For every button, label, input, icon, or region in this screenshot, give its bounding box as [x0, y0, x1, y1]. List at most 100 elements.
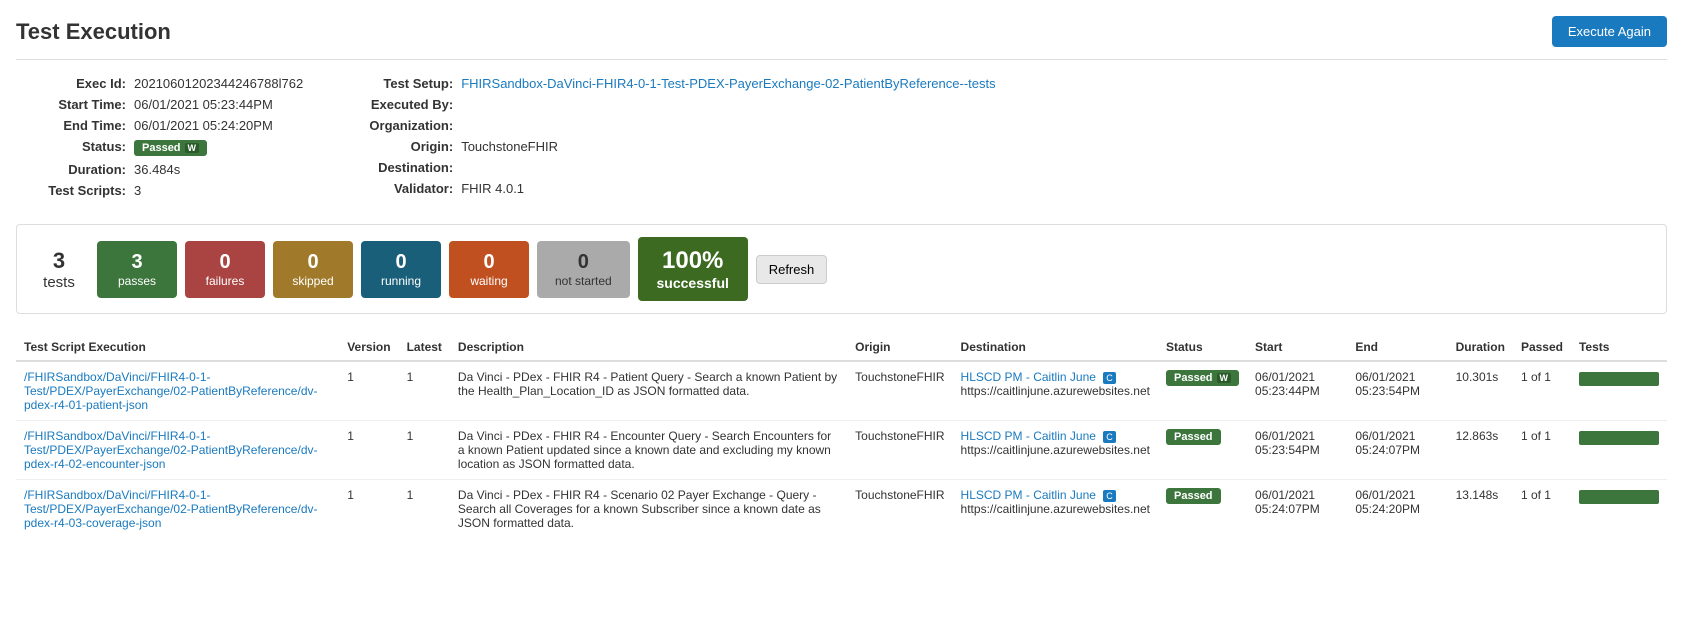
skipped-label: skipped	[292, 274, 333, 288]
script-link[interactable]: /FHIRSandbox/DaVinci/FHIR4-0-1-Test/PDEX…	[24, 370, 317, 412]
destination-row: Destination:	[343, 160, 1667, 175]
status-badge: Passed	[1166, 488, 1221, 504]
status-row: Status: Passed W	[16, 139, 303, 156]
waiting-label: waiting	[470, 274, 507, 288]
stat-waiting: 0 waiting	[449, 241, 529, 298]
stat-not-started: 0 not started	[537, 241, 630, 298]
cell-latest: 1	[399, 421, 450, 480]
test-scripts-row: Test Scripts: 3	[16, 183, 303, 198]
cell-script: /FHIRSandbox/DaVinci/FHIR4-0-1-Test/PDEX…	[16, 480, 339, 539]
cell-version: 1	[339, 480, 398, 539]
test-setup-value: FHIRSandbox-DaVinci-FHIR4-0-1-Test-PDEX-…	[461, 76, 995, 91]
copy-icon[interactable]: C	[1103, 431, 1116, 443]
table-section: Test Script Execution Version Latest Des…	[16, 334, 1667, 538]
duration-label: Duration:	[16, 162, 126, 177]
stat-total: 3 tests	[29, 248, 89, 291]
end-time-value: 06/01/2021 05:24:20PM	[134, 118, 273, 133]
cell-destination: HLSCD PM - Caitlin June C https://caitli…	[953, 421, 1158, 480]
cell-duration: 13.148s	[1448, 480, 1513, 539]
script-link[interactable]: /FHIRSandbox/DaVinci/FHIR4-0-1-Test/PDEX…	[24, 488, 317, 530]
success-label: successful	[656, 275, 730, 291]
failures-count: 0	[219, 251, 230, 274]
success-box: 100% successful	[638, 237, 748, 301]
validator-row: Validator: FHIR 4.0.1	[343, 181, 1667, 196]
progress-bar	[1579, 372, 1659, 386]
cell-tests	[1571, 421, 1667, 480]
cell-end: 06/01/2021 05:23:54PM	[1347, 361, 1447, 421]
end-time-label: End Time:	[16, 118, 126, 133]
table-row: /FHIRSandbox/DaVinci/FHIR4-0-1-Test/PDEX…	[16, 421, 1667, 480]
executed-by-row: Executed By:	[343, 97, 1667, 112]
cell-origin: TouchstoneFHIR	[847, 421, 952, 480]
copy-icon[interactable]: C	[1103, 490, 1116, 502]
stat-failures: 0 failures	[185, 241, 265, 298]
cell-duration: 12.863s	[1448, 421, 1513, 480]
destination-url: https://caitlinjune.azurewebsites.net	[961, 443, 1150, 457]
start-time-value: 06/01/2021 05:23:44PM	[134, 97, 273, 112]
start-time-label: Start Time:	[16, 97, 126, 112]
total-label: tests	[29, 274, 89, 291]
success-pct: 100%	[656, 247, 730, 275]
stat-running: 0 running	[361, 241, 441, 298]
cell-description: Da Vinci - PDex - FHIR R4 - Patient Quer…	[450, 361, 847, 421]
cell-end: 06/01/2021 05:24:07PM	[1347, 421, 1447, 480]
col-description: Description	[450, 334, 847, 361]
cell-destination: HLSCD PM - Caitlin June C https://caitli…	[953, 361, 1158, 421]
cell-status: Passed	[1158, 421, 1247, 480]
status-label: Status:	[16, 139, 126, 156]
destination-url: https://caitlinjune.azurewebsites.net	[961, 502, 1150, 516]
cell-origin: TouchstoneFHIR	[847, 480, 952, 539]
page-header: Test Execution Execute Again	[16, 16, 1667, 60]
cell-origin: TouchstoneFHIR	[847, 361, 952, 421]
col-script: Test Script Execution	[16, 334, 339, 361]
duration-row: Duration: 36.484s	[16, 162, 303, 177]
stats-row: 3 tests 3 passes 0 failures 0 skipped 0 …	[16, 224, 1667, 314]
executed-by-label: Executed By:	[343, 97, 453, 112]
cell-destination: HLSCD PM - Caitlin June C https://caitli…	[953, 480, 1158, 539]
cell-passed: 1 of 1	[1513, 480, 1571, 539]
status-badge: Passed W	[134, 140, 207, 156]
origin-value: TouchstoneFHIR	[461, 139, 558, 154]
cell-latest: 1	[399, 361, 450, 421]
cell-duration: 10.301s	[1448, 361, 1513, 421]
col-end: End	[1347, 334, 1447, 361]
col-destination: Destination	[953, 334, 1158, 361]
end-time-row: End Time: 06/01/2021 05:24:20PM	[16, 118, 303, 133]
table-header-row: Test Script Execution Version Latest Des…	[16, 334, 1667, 361]
validator-label: Validator:	[343, 181, 453, 196]
col-duration: Duration	[1448, 334, 1513, 361]
exec-info-right: Test Setup: FHIRSandbox-DaVinci-FHIR4-0-…	[343, 76, 1667, 204]
col-start: Start	[1247, 334, 1347, 361]
exec-info-section: Exec Id: 20210601202344246788l762 Start …	[16, 76, 1667, 204]
destination-label: Destination:	[343, 160, 453, 175]
cell-version: 1	[339, 421, 398, 480]
destination-link[interactable]: HLSCD PM - Caitlin June	[961, 370, 1096, 384]
organization-row: Organization:	[343, 118, 1667, 133]
script-link[interactable]: /FHIRSandbox/DaVinci/FHIR4-0-1-Test/PDEX…	[24, 429, 317, 471]
copy-icon[interactable]: C	[1103, 372, 1116, 384]
destination-link[interactable]: HLSCD PM - Caitlin June	[961, 488, 1096, 502]
status-value: Passed W	[134, 139, 207, 156]
validator-value: FHIR 4.0.1	[461, 181, 524, 196]
stat-skipped: 0 skipped	[273, 241, 353, 298]
exec-id-label: Exec Id:	[16, 76, 126, 91]
status-badge: PassedW	[1166, 370, 1239, 386]
page-title: Test Execution	[16, 19, 171, 45]
test-setup-link[interactable]: FHIRSandbox-DaVinci-FHIR4-0-1-Test-PDEX-…	[461, 76, 995, 91]
test-scripts-value: 3	[134, 183, 141, 198]
execute-again-button[interactable]: Execute Again	[1552, 16, 1667, 47]
running-count: 0	[395, 251, 406, 274]
destination-url: https://caitlinjune.azurewebsites.net	[961, 384, 1150, 398]
cell-start: 06/01/2021 05:23:54PM	[1247, 421, 1347, 480]
test-setup-label: Test Setup:	[343, 76, 453, 91]
exec-info-left: Exec Id: 20210601202344246788l762 Start …	[16, 76, 303, 204]
col-passed: Passed	[1513, 334, 1571, 361]
destination-link[interactable]: HLSCD PM - Caitlin June	[961, 429, 1096, 443]
not-started-count: 0	[578, 251, 589, 274]
cell-passed: 1 of 1	[1513, 361, 1571, 421]
test-setup-row: Test Setup: FHIRSandbox-DaVinci-FHIR4-0-…	[343, 76, 1667, 91]
cell-start: 06/01/2021 05:24:07PM	[1247, 480, 1347, 539]
refresh-button[interactable]: Refresh	[756, 255, 828, 284]
col-origin: Origin	[847, 334, 952, 361]
test-scripts-label: Test Scripts:	[16, 183, 126, 198]
